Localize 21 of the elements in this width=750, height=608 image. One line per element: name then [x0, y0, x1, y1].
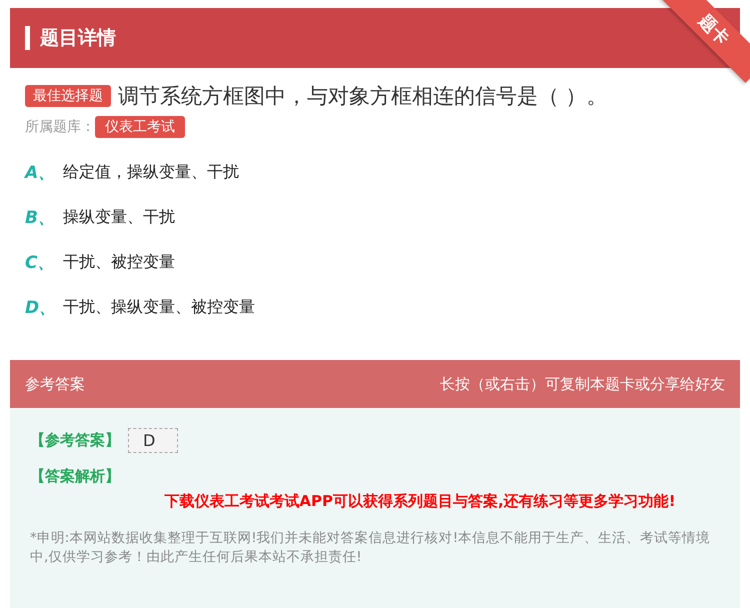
question-text: 调节系统方框图中，与对象方框相连的信号是（ ）。 [118, 83, 608, 110]
option-letter: A、 [25, 162, 56, 184]
option-letter: B、 [25, 207, 56, 229]
option-letter: C、 [25, 252, 56, 274]
panel-hint: 长按（或右击）可复制本题卡或分享给好友 [440, 374, 725, 394]
option-letter: D、 [25, 297, 58, 319]
option-text: 给定值，操纵变量、干扰 [63, 162, 239, 183]
disclaimer-text: *申明:本网站数据收集整理于互联网!我们并未能对答案信息进行核对!本信息不能用于生产、生活、考试等情境中,仅供学习参考！由此产生任何后果本站不承担责任! [30, 529, 712, 567]
analysis-label: 【答案解析】 [30, 467, 121, 486]
header-marker [25, 26, 30, 50]
answer-label: 【参考答案】 [30, 431, 120, 450]
bank-tag[interactable]: 仪表工考试 [95, 116, 185, 138]
option-text: 操纵变量、干扰 [63, 207, 175, 228]
promo-text: 下载仪表工考试考试APP可以获得系列题目与答案,还有练习等更多学习功能! [163, 492, 677, 511]
header-title: 题目详情 [40, 26, 116, 51]
panel-title: 参考答案 [25, 374, 85, 394]
answer-value: D [128, 428, 178, 453]
option-text: 干扰、操纵变量、被控变量 [63, 297, 255, 318]
bank-label: 所属题库： [25, 118, 95, 136]
option-text: 干扰、被控变量 [63, 252, 175, 273]
question-type-badge: 最佳选择题 [25, 85, 111, 107]
